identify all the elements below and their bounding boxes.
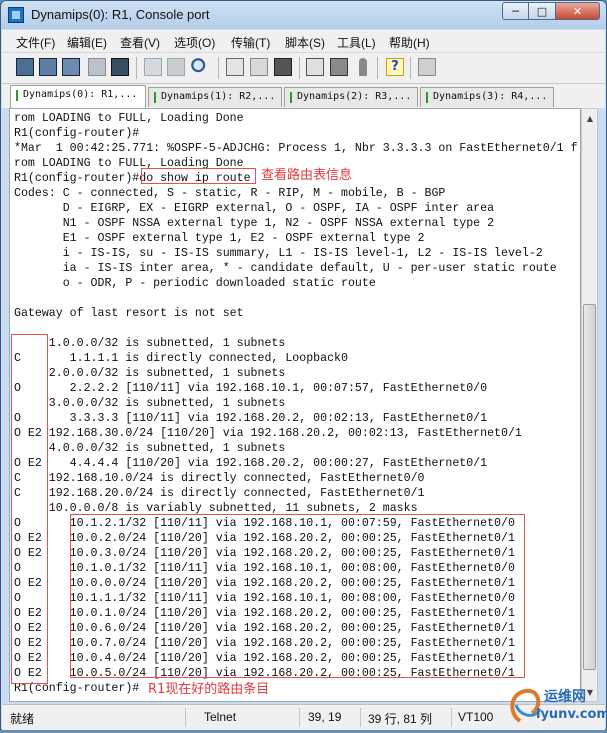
annotation-show-route: 查看路由表信息 bbox=[261, 168, 353, 183]
help-icon[interactable]: ? bbox=[386, 58, 404, 76]
toolbar-separator bbox=[299, 57, 300, 79]
minimize-button[interactable]: ─ bbox=[502, 2, 529, 20]
menu-transfer[interactable]: 传输(T) bbox=[231, 34, 270, 51]
terminal-output[interactable]: R1(config-router)# O E2 10.0.5.0/24 [110/… bbox=[9, 108, 581, 702]
toolbar-separator bbox=[377, 57, 378, 79]
menu-options[interactable]: 选项(O) bbox=[174, 34, 215, 51]
menu-tools[interactable]: 工具(L) bbox=[337, 34, 376, 51]
reconnect-icon[interactable] bbox=[88, 58, 106, 76]
scroll-up-icon[interactable]: ▲ bbox=[583, 110, 597, 126]
toolbar: ? bbox=[2, 53, 605, 84]
route-code-highlight-box bbox=[11, 334, 48, 684]
console-line: D - EIGRP, EX - EIGRP external, O - OSPF… bbox=[14, 202, 495, 215]
status-terminal: VT100 bbox=[458, 710, 494, 724]
watermark-logo: 运维网 iyunv.com bbox=[506, 683, 607, 729]
console-line: Gateway of last resort is not set bbox=[14, 307, 244, 320]
console-window: Dynamips(0): R1, Console port ─ □ ✕ 文件(F… bbox=[0, 0, 607, 730]
status-size: 39 行, 81 列 bbox=[368, 712, 433, 726]
menu-edit[interactable]: 编辑(E) bbox=[67, 34, 107, 51]
session-options-icon[interactable] bbox=[306, 58, 324, 76]
close-icon: ✕ bbox=[572, 4, 583, 18]
menu-file[interactable]: 文件(F) bbox=[16, 34, 55, 51]
status-divider bbox=[451, 708, 452, 727]
annotation-route-count: R1现在好的路由条目 bbox=[148, 682, 270, 697]
tab-r3[interactable]: Dynamips(2): R3,... bbox=[284, 87, 418, 107]
console-line: O E2 4.4.4.4 [110/20] via 192.168.20.2, … bbox=[14, 457, 488, 470]
console-line: 2.0.0.0/32 is subnetted, 1 subnets bbox=[14, 367, 286, 380]
console-line: 4.0.0.0/32 is subnetted, 1 subnets bbox=[14, 442, 286, 455]
close-button[interactable]: ✕ bbox=[556, 2, 600, 20]
menu-help[interactable]: 帮助(H) bbox=[389, 34, 430, 51]
print-screen-icon[interactable] bbox=[274, 58, 292, 76]
print-setup-icon[interactable] bbox=[226, 58, 244, 76]
scroll-thumb[interactable] bbox=[583, 304, 596, 670]
disconnect-icon[interactable] bbox=[111, 58, 129, 76]
status-divider bbox=[360, 708, 361, 727]
find-icon[interactable] bbox=[191, 58, 209, 76]
console-line: N1 - OSPF NSSA external type 1, N2 - OSP… bbox=[14, 217, 495, 230]
window-title: Dynamips(0): R1, Console port bbox=[31, 7, 210, 22]
connect-icon[interactable] bbox=[16, 58, 34, 76]
status-ready: 就绪 bbox=[10, 712, 35, 726]
toolbar-separator bbox=[410, 57, 411, 79]
command-highlight-box bbox=[141, 168, 256, 184]
console-line: E1 - OSPF external type 1, E2 - OSPF ext… bbox=[14, 232, 425, 245]
menu-script[interactable]: 脚本(S) bbox=[285, 34, 325, 51]
session-tabs: Dynamips(0): R1,... Dynamips(1): R2,... … bbox=[2, 84, 605, 108]
watermark-title: 运维网 bbox=[544, 689, 586, 705]
menu-bar: 文件(F) 编辑(E) 查看(V) 选项(O) 传输(T) 脚本(S) 工具(L… bbox=[2, 30, 605, 53]
maximize-icon: □ bbox=[536, 4, 548, 18]
subnet-routes-highlight-box bbox=[70, 514, 525, 678]
console-line: Codes: C - connected, S - static, R - RI… bbox=[14, 187, 446, 200]
status-cursor: 39, 19 bbox=[308, 710, 342, 724]
console-line: C 1.1.1.1 is directly connected, Loopbac… bbox=[14, 352, 348, 365]
console-line: rom LOADING to FULL, Loading Done bbox=[14, 112, 244, 125]
tab-r2[interactable]: Dynamips(1): R2,... bbox=[148, 87, 282, 107]
paste-icon[interactable] bbox=[167, 58, 185, 76]
console-line: C 192.168.10.0/24 is directly connected,… bbox=[14, 472, 425, 485]
toolbar-separator bbox=[136, 57, 137, 79]
console-line: 1.0.0.0/32 is subnetted, 1 subnets bbox=[14, 337, 286, 350]
console-line: *Mar 1 00:42:25.771: %OSPF-5-ADJCHG: Pro… bbox=[14, 142, 578, 155]
maximize-button[interactable]: □ bbox=[529, 2, 556, 20]
connect-tab-icon[interactable] bbox=[62, 58, 80, 76]
tab-r1[interactable]: Dynamips(0): R1,... bbox=[10, 85, 146, 108]
console-line: 3.0.0.0/32 is subnetted, 1 subnets bbox=[14, 397, 286, 410]
console-line: i - IS-IS, su - IS-IS summary, L1 - IS-I… bbox=[14, 247, 543, 260]
lock-icon[interactable] bbox=[418, 58, 436, 76]
console-line: C 192.168.20.0/24 is directly connected,… bbox=[14, 487, 425, 500]
tab-r4[interactable]: Dynamips(3): R4,... bbox=[420, 87, 554, 107]
print-icon[interactable] bbox=[250, 58, 268, 76]
status-divider bbox=[299, 708, 300, 727]
quick-connect-icon[interactable] bbox=[39, 58, 57, 76]
keymap-icon[interactable] bbox=[359, 58, 367, 76]
console-line: O E2 192.168.30.0/24 [110/20] via 192.16… bbox=[14, 427, 522, 440]
status-divider bbox=[185, 708, 186, 727]
console-line: O 2.2.2.2 [110/11] via 192.168.10.1, 00:… bbox=[14, 382, 488, 395]
console-line: ia - IS-IS inter area, * - candidate def… bbox=[14, 262, 557, 275]
console-line: R1(config-router)# bbox=[14, 127, 140, 140]
title-bar[interactable]: Dynamips(0): R1, Console port ─ □ ✕ bbox=[1, 1, 606, 29]
global-options-icon[interactable] bbox=[330, 58, 348, 76]
console-line: o - ODR, P - periodic downloaded static … bbox=[14, 277, 376, 290]
minimize-icon: ─ bbox=[512, 4, 519, 18]
copy-icon[interactable] bbox=[144, 58, 162, 76]
console-line: O 3.3.3.3 [110/11] via 192.168.20.2, 00:… bbox=[14, 412, 488, 425]
toolbar-separator bbox=[218, 57, 219, 79]
vertical-scrollbar[interactable]: ▲ ▼ bbox=[581, 108, 598, 702]
status-protocol: Telnet bbox=[204, 710, 237, 724]
app-icon bbox=[8, 7, 24, 23]
menu-view[interactable]: 查看(V) bbox=[120, 34, 160, 51]
watermark-url: iyunv.com bbox=[536, 707, 607, 722]
